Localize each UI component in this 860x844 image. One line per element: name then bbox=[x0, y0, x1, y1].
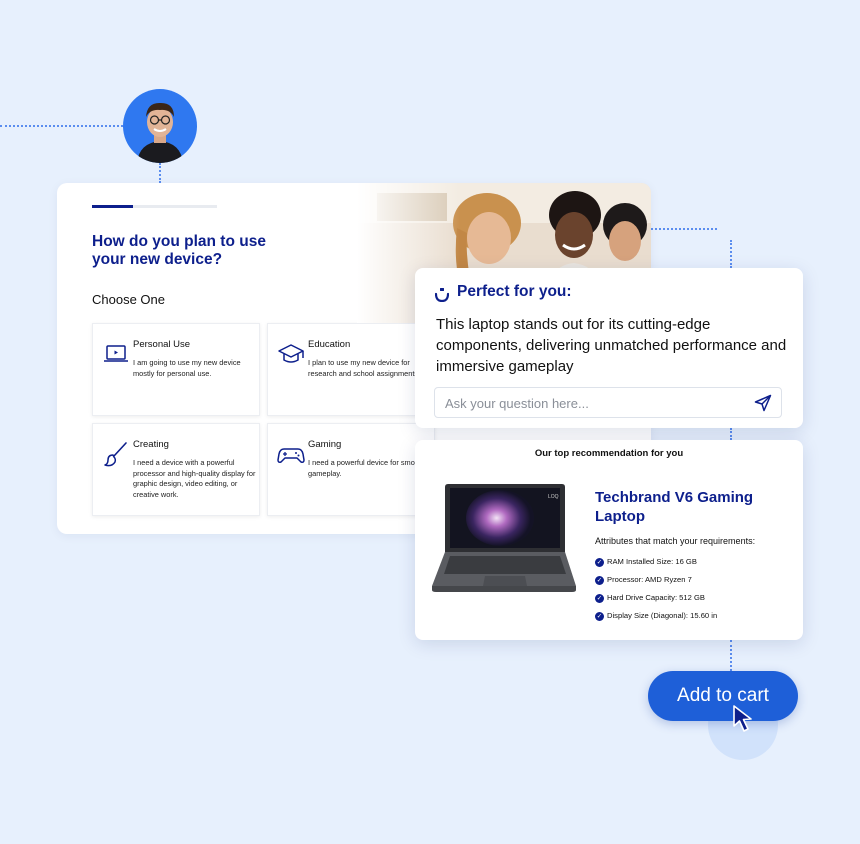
send-icon[interactable] bbox=[754, 394, 772, 412]
mouse-pointer-icon bbox=[733, 705, 752, 732]
connector-line bbox=[651, 228, 717, 230]
option-title: Education bbox=[308, 339, 351, 350]
laptop-brand-text: LOQ bbox=[548, 494, 559, 500]
attributes-heading: Attributes that match your requirements: bbox=[595, 536, 756, 546]
attribute-item: ✓ Hard Drive Capacity: 512 GB bbox=[595, 593, 705, 603]
option-title: Creating bbox=[133, 439, 169, 450]
connector-line bbox=[0, 125, 123, 127]
check-icon: ✓ bbox=[595, 557, 604, 567]
option-personal-use[interactable]: Personal Use I am going to use my new de… bbox=[92, 323, 260, 416]
recommendation-heading: Our top recommendation for you bbox=[534, 448, 684, 459]
connector-line bbox=[730, 428, 732, 440]
attribute-item: ✓ RAM Installed Size: 16 GB bbox=[595, 557, 697, 567]
option-creating[interactable]: Creating I need a device with a powerful… bbox=[92, 423, 260, 516]
option-description: I plan to use my new device for research… bbox=[308, 358, 421, 378]
check-icon: ✓ bbox=[595, 593, 604, 603]
option-description: I am going to use my new device mostly f… bbox=[133, 358, 241, 378]
option-title: Gaming bbox=[308, 439, 342, 450]
assistant-logo-icon bbox=[435, 288, 449, 302]
option-gaming[interactable]: Gaming I need a powerful device for smoo… bbox=[267, 423, 435, 516]
option-education[interactable]: Education I plan to use my new device fo… bbox=[267, 323, 435, 416]
connector-line bbox=[730, 240, 732, 268]
attribute-item: ✓ Processor: AMD Ryzen 7 bbox=[595, 575, 692, 585]
product-name: Techbrand V6 Gaming Laptop bbox=[595, 489, 754, 525]
graduation-cap-icon bbox=[278, 344, 304, 363]
gamepad-icon bbox=[277, 448, 305, 463]
assistant-chat-card: Perfect for you: This laptop stands out … bbox=[415, 268, 803, 428]
recommendation-card: Our top recommendation for you LOQ Techb… bbox=[415, 440, 803, 640]
option-description: I need a powerful device for smooth game… bbox=[308, 458, 426, 478]
connector-line bbox=[730, 640, 732, 671]
option-description: I need a device with a powerful processo… bbox=[133, 458, 256, 499]
add-to-cart-button[interactable]: Add to cart bbox=[648, 671, 798, 721]
paintbrush-icon bbox=[104, 442, 127, 467]
connector-line bbox=[159, 163, 161, 183]
quiz-progress-bar bbox=[92, 205, 217, 208]
check-icon: ✓ bbox=[595, 575, 604, 585]
option-title: Personal Use bbox=[133, 339, 191, 350]
quiz-question-title: How do you plan to use your new device? bbox=[92, 233, 266, 268]
choose-one-label: Choose One bbox=[92, 292, 165, 307]
check-icon: ✓ bbox=[595, 611, 604, 621]
laptop-icon bbox=[104, 345, 128, 362]
chat-message: This laptop stands out for its cutting-e… bbox=[436, 316, 787, 375]
avatar bbox=[123, 89, 197, 163]
attribute-item: ✓ Display Size (Diagonal): 15.60 in bbox=[595, 611, 718, 621]
ask-question-input[interactable] bbox=[443, 392, 747, 414]
chat-heading: Perfect for you: bbox=[457, 283, 572, 300]
laptop-product-image: LOQ bbox=[432, 484, 576, 592]
ask-question-box bbox=[434, 387, 782, 418]
